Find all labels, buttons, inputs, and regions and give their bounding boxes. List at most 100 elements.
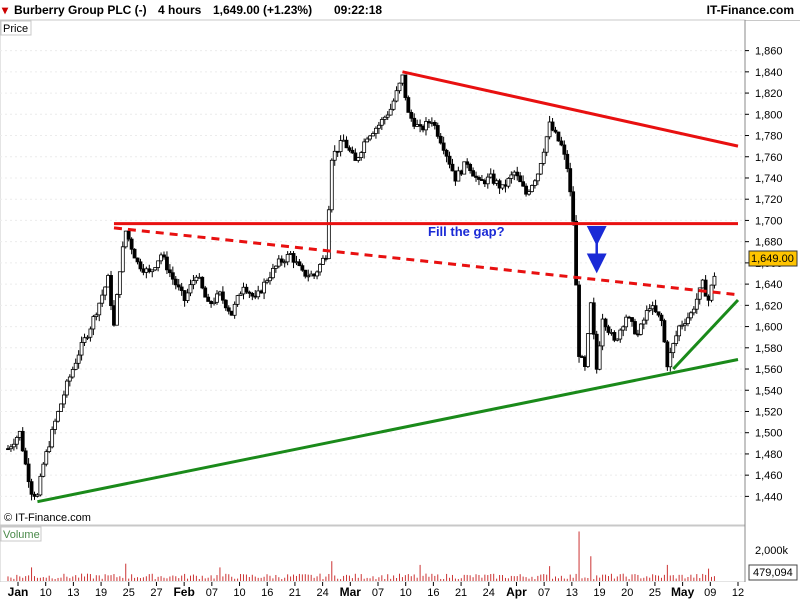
y-tick-label: 1,840 (755, 67, 783, 79)
x-tick-label: 16 (427, 587, 439, 599)
candle-body (471, 170, 475, 177)
candle-body (126, 230, 131, 240)
candle-body (223, 299, 228, 309)
price-chart[interactable]: 1,440 1,460 1,480 1,500 1,520 1,540 1,560 1,580… (0, 0, 800, 600)
candle-body (565, 153, 570, 169)
candle-body (76, 354, 81, 364)
candle-body (138, 261, 143, 270)
candle-body (318, 264, 322, 273)
volume-panel[interactable] (0, 525, 746, 583)
candle-body (668, 352, 673, 368)
y-tick-label: 1,860 (755, 46, 783, 58)
candle-body (441, 142, 446, 151)
candle-body (674, 335, 679, 344)
candle-body (365, 138, 370, 143)
y-tick-label: 1,680 (755, 237, 783, 249)
candle-body (167, 269, 172, 274)
candle-body (686, 317, 690, 325)
candle-body (56, 411, 60, 422)
candle-body (653, 305, 658, 313)
candle-body (29, 481, 34, 495)
candle-body (703, 279, 708, 297)
price-panel[interactable] (0, 19, 746, 526)
x-tick-label: 24 (483, 587, 495, 599)
x-tick-label: Mar (340, 585, 362, 599)
volume-scale-label: 2,000k (755, 545, 789, 557)
candle-body (232, 303, 237, 316)
y-tick-label: 1,480 (755, 449, 783, 461)
candle-body (315, 271, 319, 277)
y-tick-label: 1,500 (755, 428, 783, 440)
fill-the-gap-annotation: Fill the gap? (428, 224, 505, 239)
candle-body (541, 151, 546, 164)
x-tick-label: Apr (506, 585, 527, 599)
candle-body (659, 314, 664, 321)
candle-body (188, 284, 193, 294)
candle-body (38, 475, 43, 496)
candle-body (530, 185, 534, 192)
volume-current-value: 479,094 (753, 567, 793, 579)
candle-body (115, 294, 119, 326)
x-tick-label: 07 (206, 587, 218, 599)
x-tick-label: 27 (150, 587, 162, 599)
y-tick-label: 1,460 (755, 470, 783, 482)
candle-body (633, 321, 637, 335)
candle-body (406, 97, 411, 113)
candle-body (506, 178, 511, 187)
candle-body (200, 276, 205, 289)
y-tick-label: 1,560 (755, 364, 783, 376)
candle-body (621, 326, 626, 331)
x-tick-label: 10 (40, 587, 52, 599)
candle-body (532, 180, 537, 186)
price-panel-label: Price (3, 23, 28, 35)
candle-body (630, 317, 634, 322)
y-tick-label: 1,700 (755, 215, 783, 227)
candle-body (156, 260, 161, 268)
candle-body (91, 316, 96, 330)
candle-body (362, 141, 367, 153)
candle-body (550, 121, 555, 131)
candle-body (303, 269, 308, 277)
candle-body (285, 254, 290, 263)
candle-body (50, 429, 55, 448)
candle-body (226, 307, 231, 312)
candle-body (185, 292, 190, 301)
candle-body (515, 171, 520, 177)
x-tick-label: 20 (621, 587, 633, 599)
candle-body (677, 325, 682, 337)
candle-body (170, 272, 175, 280)
candle-body (235, 295, 240, 305)
candle-body (67, 376, 72, 382)
candle-body (538, 163, 543, 175)
candle-body (644, 310, 649, 321)
candle-body (103, 286, 108, 296)
candle-body (559, 140, 564, 146)
x-tick-label: 10 (400, 587, 412, 599)
candle-body (47, 446, 52, 453)
candle-body (591, 302, 596, 335)
candle-body (356, 157, 361, 161)
candle-body (300, 265, 305, 271)
candle-body (618, 329, 623, 340)
candle-body (376, 124, 381, 129)
x-tick-label: May (671, 585, 695, 599)
y-tick-label: 1,520 (755, 406, 783, 418)
candle-body (173, 278, 178, 286)
x-tick-label: 21 (455, 587, 467, 599)
candle-body (129, 238, 134, 250)
candle-body (656, 311, 661, 316)
time-axis: Jan 10 13 19 25 27 Feb 07 10 16 21 24 Mar 07 10 16 21 24 A… (0, 582, 800, 600)
candle-body (509, 174, 514, 179)
candle-body (409, 111, 414, 119)
candle-body (597, 345, 602, 370)
x-tick-label: Feb (173, 585, 194, 599)
candle-body (394, 90, 399, 102)
x-tick-label: 19 (95, 587, 107, 599)
candle-body (203, 287, 208, 298)
y-tick-label: 1,620 (755, 300, 783, 312)
x-tick-label: 12 (732, 587, 744, 599)
x-tick-label: 09 (704, 587, 716, 599)
candle-body (268, 277, 272, 282)
candle-body (297, 261, 302, 267)
candle-body (70, 369, 75, 378)
